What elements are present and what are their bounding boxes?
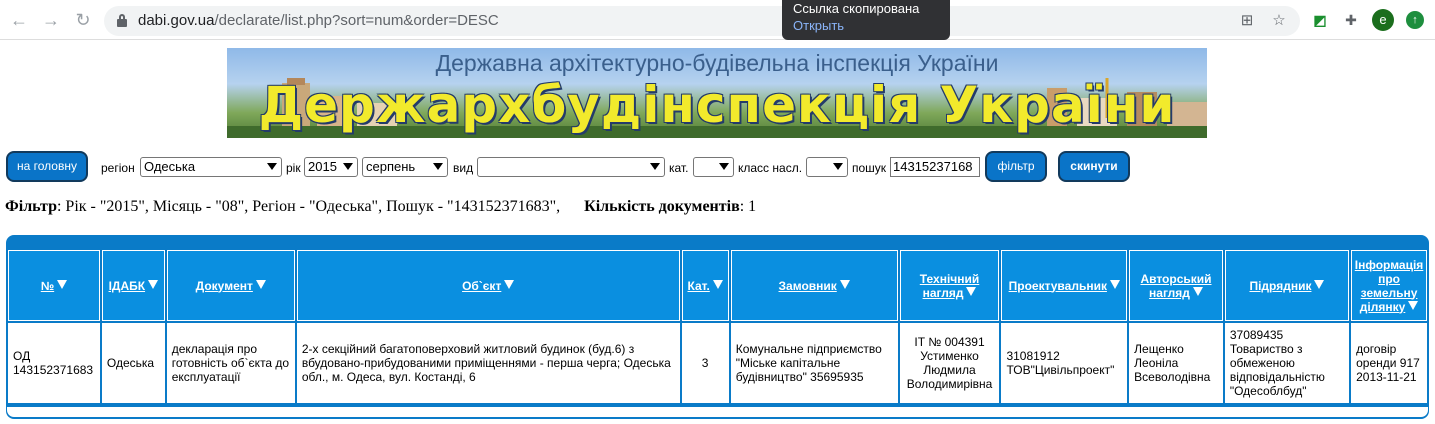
document-count-label: Кількість документів — [584, 198, 740, 215]
search-label: пошук — [852, 161, 887, 175]
cell-category: 3 — [681, 323, 729, 403]
search-input[interactable]: 14315237168 — [890, 157, 980, 177]
chevron-down-icon — [719, 163, 729, 170]
sort-triangle-icon[interactable] — [1192, 286, 1203, 296]
table-header-row: № ІДАБК Документ Об`єкт Кат. Замовник Те… — [8, 250, 1427, 321]
column-header-document[interactable]: Документ — [166, 250, 295, 321]
cell-tech-supervision: ІТ № 004391 Устименко Людмила Володимирі… — [899, 323, 1000, 403]
category-label: кат. — [669, 161, 689, 175]
sort-triangle-icon[interactable] — [1314, 279, 1325, 289]
month-select[interactable]: серпень — [362, 157, 448, 177]
cell-idabk: Одеська — [101, 323, 165, 403]
type-select[interactable] — [477, 157, 665, 177]
browser-toolbar: ← → ↻ dabi.gov.ua/declarate/list.php?sor… — [0, 0, 1435, 40]
home-button[interactable]: на головну — [6, 151, 88, 182]
cell-contractor: 37089435 Товариство з обмеженою відповід… — [1224, 323, 1350, 403]
column-header-num[interactable]: № — [8, 250, 100, 321]
document-count-value: : 1 — [739, 198, 757, 215]
bookmark-star-icon[interactable]: ☆ — [1269, 11, 1289, 31]
type-label: вид — [453, 161, 474, 175]
link-copied-toast: Ссылка скопирована Открыть — [782, 0, 950, 40]
reload-icon[interactable]: ↻ — [72, 9, 94, 31]
table-footer-strip — [7, 407, 1428, 417]
results-table: № ІДАБК Документ Об`єкт Кат. Замовник Те… — [6, 248, 1429, 405]
column-header-author-supervision[interactable]: Авторський нагляд — [1129, 250, 1223, 321]
sort-triangle-icon[interactable] — [839, 279, 850, 289]
sort-triangle-icon[interactable] — [1408, 300, 1419, 310]
filter-summary: Фільтр: Рік - "2015", Місяць - "08", Рег… — [5, 198, 756, 216]
chevron-down-icon — [833, 163, 843, 170]
forward-arrow-icon[interactable]: → — [40, 9, 62, 31]
cell-land-info: договір оренди 917 2013-11-21 — [1351, 323, 1427, 403]
chevron-down-icon — [343, 163, 353, 170]
region-select[interactable]: Одеська — [140, 157, 282, 177]
sort-triangle-icon[interactable] — [1109, 279, 1120, 289]
cell-object: 2-х секційний багатоповерховий житловий … — [296, 323, 680, 403]
cell-designer: 31081912 ТОВ"Цивільпроект" — [1001, 323, 1128, 403]
lock-icon — [117, 14, 127, 27]
profile-avatar[interactable]: e — [1372, 9, 1394, 31]
column-header-idabk[interactable]: ІДАБК — [101, 250, 165, 321]
column-header-land-info[interactable]: Інформація про земельну ділянку — [1351, 250, 1427, 321]
translate-icon[interactable]: ⊞ — [1237, 11, 1257, 31]
sort-triangle-icon[interactable] — [966, 286, 977, 296]
category-select[interactable] — [693, 157, 734, 177]
class-label: класс насл. — [738, 161, 803, 175]
sort-triangle-icon[interactable] — [504, 279, 515, 289]
cell-author-supervision: Лещенко Леоніла Всеволодівна — [1129, 323, 1223, 403]
column-header-customer[interactable]: Замовник — [730, 250, 898, 321]
cell-document: декларація про готовність об`єкта до екс… — [166, 323, 295, 403]
chevron-down-icon — [267, 163, 277, 170]
url-text[interactable]: dabi.gov.ua/declarate/list.php?sort=num&… — [138, 12, 499, 29]
column-header-tech-supervision[interactable]: Технічний нагляд — [899, 250, 1000, 321]
class-select[interactable] — [806, 157, 848, 177]
filter-button[interactable]: фільтр — [985, 151, 1047, 182]
column-header-designer[interactable]: Проектувальник — [1001, 250, 1128, 321]
table-row: ОД 143152371683 Одеська декларація про г… — [8, 323, 1427, 403]
column-header-contractor[interactable]: Підрядник — [1224, 250, 1350, 321]
toast-open-link[interactable]: Открыть — [793, 17, 939, 34]
chevron-down-icon — [433, 163, 443, 170]
sort-triangle-icon[interactable] — [148, 279, 159, 289]
results-table-container: № ІДАБК Документ Об`єкт Кат. Замовник Те… — [6, 235, 1429, 419]
update-arrow-icon[interactable]: ↑ — [1406, 11, 1424, 29]
sort-triangle-icon[interactable] — [255, 279, 266, 289]
year-label: рік — [286, 161, 301, 175]
year-select[interactable]: 2015 — [304, 157, 358, 177]
cell-customer: Комунальне підприємство "Міське капіталь… — [730, 323, 898, 403]
filter-summary-label: Фільтр — [5, 198, 57, 215]
banner-subtitle: Державна архітектурно-будівельна інспекц… — [435, 50, 999, 76]
address-bar[interactable]: dabi.gov.ua/declarate/list.php?sort=num&… — [104, 6, 1300, 36]
puzzle-extensions-icon[interactable]: ✚ — [1341, 10, 1361, 30]
sort-triangle-icon[interactable] — [57, 279, 68, 289]
chevron-down-icon — [650, 163, 660, 170]
cell-num: ОД 143152371683 — [8, 323, 100, 403]
site-banner: Державна архітектурно-будівельна інспекц… — [227, 48, 1207, 138]
column-header-category[interactable]: Кат. — [681, 250, 729, 321]
column-header-object[interactable]: Об`єкт — [296, 250, 680, 321]
region-label: регіон — [101, 161, 135, 175]
reset-button[interactable]: скинути — [1058, 151, 1130, 182]
extension-icon[interactable]: ◩ — [1310, 10, 1330, 30]
banner-title: Держархбудінспекція України — [258, 76, 1176, 134]
sort-triangle-icon[interactable] — [712, 279, 723, 289]
filter-summary-text: : Рік - "2015", Місяць - "08", Регіон - … — [56, 198, 561, 215]
back-arrow-icon[interactable]: ← — [8, 9, 30, 31]
toast-title: Ссылка скопирована — [793, 1, 920, 16]
